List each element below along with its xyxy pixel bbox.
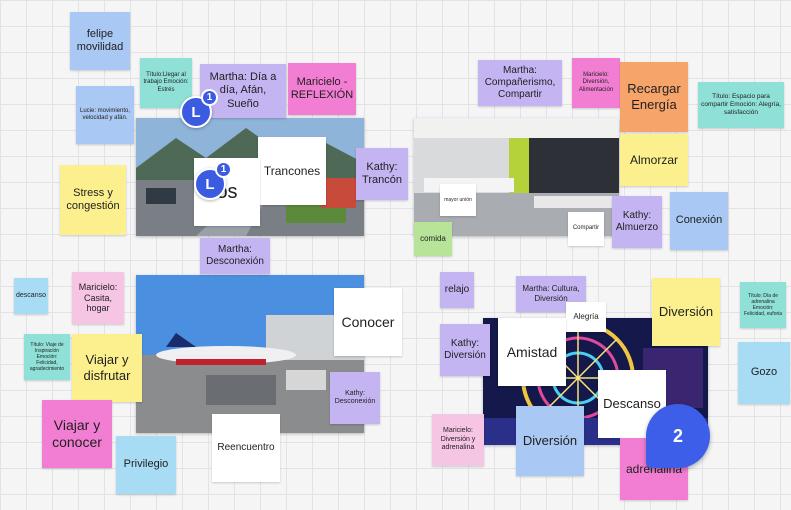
avatar-count-badge: 1 xyxy=(215,161,232,178)
sticky-note-viajar-conocer[interactable]: Viajar y conocer xyxy=(42,400,112,468)
sticky-note-lucie[interactable]: Lucie: movimiento, velocidad y afán. xyxy=(76,86,134,144)
avatar-initial: L xyxy=(191,103,201,121)
sticky-note-viajar-disfrutar[interactable]: Viajar y disfrutar xyxy=(72,334,142,402)
sticky-note-kathy-desconexion[interactable]: Kathy: Desconexión xyxy=(330,372,380,424)
sticky-note-maricielo-diversion-alim[interactable]: Maricielo: Diversión, Alimentación xyxy=(572,58,620,108)
sticky-note-alegria[interactable]: Alegría xyxy=(566,302,606,332)
sticky-note-titulo-espacio[interactable]: Título: Espacio para compartir Emoción: … xyxy=(698,82,784,128)
sticky-note-titulo-viaje[interactable]: Título: Viaje de Inspiración Emoción: Fe… xyxy=(24,334,70,380)
sticky-note-martha-companerismo[interactable]: Martha: Compañerismo, Compartir xyxy=(478,60,562,106)
sticky-note-mayor-union[interactable]: mayor unión xyxy=(440,184,476,216)
sticky-note-relajo[interactable]: relajo xyxy=(440,272,474,308)
avatar-initial: L xyxy=(205,175,215,193)
sticky-note-diversion-yellow[interactable]: Diversión xyxy=(652,278,720,346)
sticky-note-maricielo-adrenalina[interactable]: Maricielo: Diversión y adrenalina xyxy=(432,414,484,466)
sticky-note-trancones[interactable]: Trancones xyxy=(258,137,326,205)
sticky-note-conexion[interactable]: Conexión xyxy=(670,192,728,250)
avatar-count-badge: 1 xyxy=(201,89,218,106)
sticky-note-titulo-dia[interactable]: Título: Día de adrenalina Emoción: Felic… xyxy=(740,282,786,328)
comment-count-bubble[interactable]: 2 xyxy=(646,404,710,468)
sticky-note-descanso-small[interactable]: descanso xyxy=(14,278,48,314)
sticky-note-reencuentro[interactable]: Reencuentro xyxy=(212,414,280,482)
sticky-note-recargar[interactable]: Recargar Energía xyxy=(620,62,688,132)
sticky-note-comida[interactable]: comida xyxy=(414,222,452,256)
sticky-note-stress[interactable]: Stress y congestión xyxy=(60,165,126,235)
comment-count: 2 xyxy=(672,425,683,446)
sticky-note-maricielo-reflexion[interactable]: Maricielo -REFLEXIÓN xyxy=(288,63,356,115)
sticky-note-felipe[interactable]: felipe movilidad xyxy=(70,12,130,70)
collaborator-avatar[interactable]: L 1 xyxy=(180,89,218,128)
sticky-note-diversion-blue[interactable]: Diversión xyxy=(516,406,584,476)
sticky-note-amistad[interactable]: Amistad xyxy=(498,318,566,386)
sticky-note-almorzar[interactable]: Almorzar xyxy=(620,134,688,186)
sticky-note-kathy-diversion[interactable]: Kathy: Diversión xyxy=(440,324,490,376)
sticky-note-conocer[interactable]: Conocer xyxy=(334,288,402,356)
sticky-note-martha-desconexion[interactable]: Martha: Desconexión xyxy=(200,238,270,274)
sticky-note-kathy-almuerzo[interactable]: Kathy: Almuerzo xyxy=(612,196,662,248)
sticky-note-kathy-trancon[interactable]: Kathy: Trancón xyxy=(356,148,408,200)
sticky-note-privilegio[interactable]: Privilegio xyxy=(116,436,176,494)
collaborator-avatar[interactable]: L 1 xyxy=(194,161,232,200)
sticky-note-maricielo-casita[interactable]: Maricielo: Casita, hogar xyxy=(72,272,124,324)
sticky-note-gozo[interactable]: Gozo xyxy=(738,342,790,404)
sticky-note-compartir[interactable]: Compartir xyxy=(568,212,604,246)
